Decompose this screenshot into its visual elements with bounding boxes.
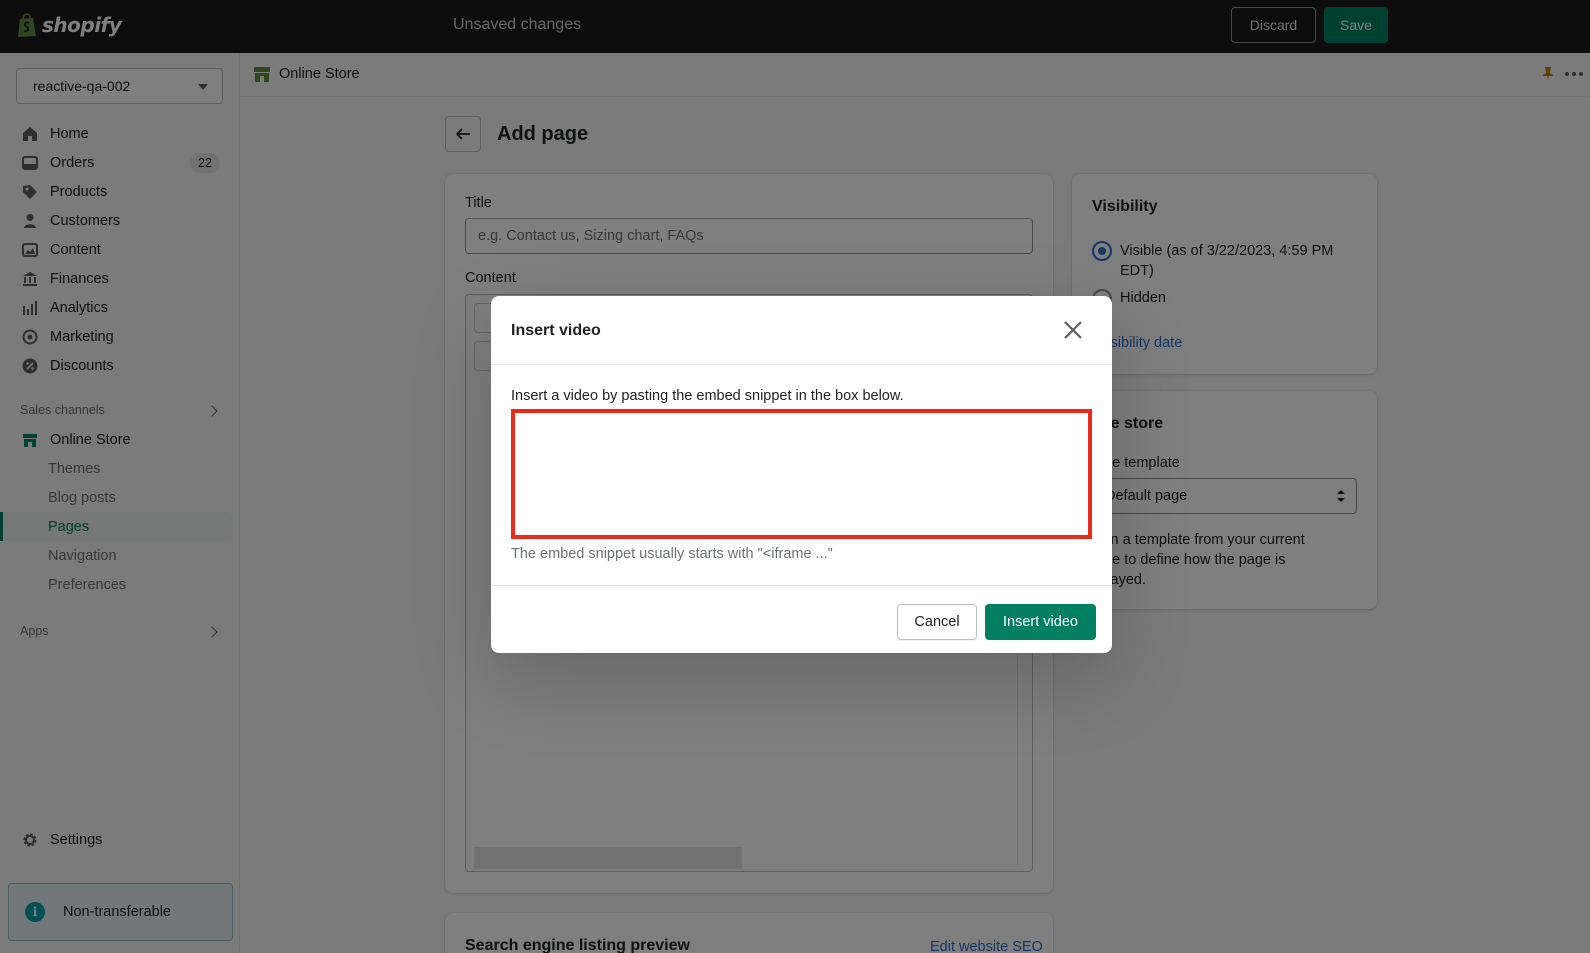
close-icon[interactable]: [1061, 318, 1085, 342]
modal-title: Insert video: [511, 322, 601, 339]
cancel-button[interactable]: Cancel: [897, 604, 977, 640]
insert-video-button[interactable]: Insert video: [985, 604, 1096, 640]
embed-snippet-field[interactable]: [511, 409, 1092, 539]
modal-footer: Cancel Insert video: [491, 585, 1112, 653]
modal-header: Insert video: [491, 296, 1112, 365]
modal-description: Insert a video by pasting the embed snip…: [511, 388, 904, 404]
embed-snippet-textarea[interactable]: [515, 413, 1088, 535]
insert-video-modal: Insert video Insert a video by pasting t…: [491, 296, 1112, 653]
embed-hint: The embed snippet usually starts with "<…: [511, 546, 833, 562]
